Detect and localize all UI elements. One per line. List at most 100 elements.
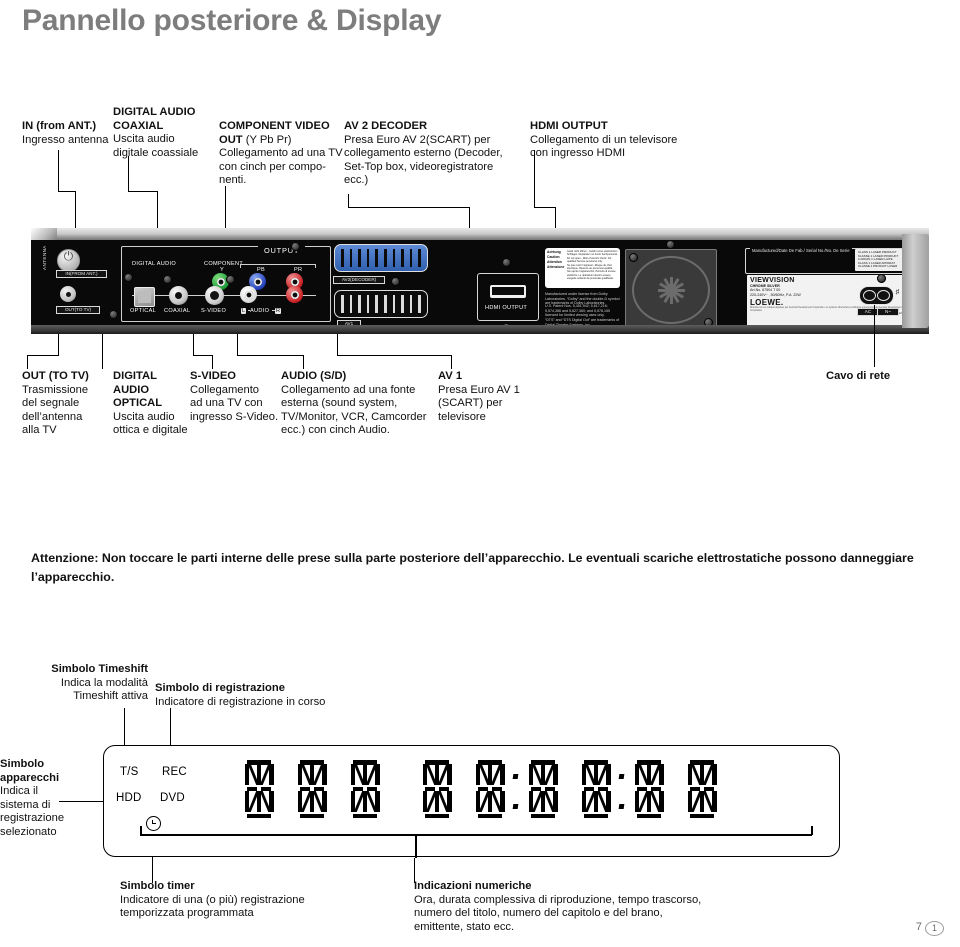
- annotation-heading-2-suffix: (Y Pb Pr): [242, 133, 292, 146]
- output-group-box: OUTPUT DIGITAL AUDIO COMPONENT Y PB PR O…: [121, 246, 331, 322]
- annotation-heading: HDMI OUTPUT: [530, 120, 608, 132]
- display-char-6: [528, 760, 558, 818]
- leader-line-audio: [237, 334, 239, 356]
- annotation-av2-decoder: AV 2 DECODER Presa Euro AV 2(SCART) per …: [344, 120, 524, 188]
- caution-text: Do not open - Risk of electric shock. Fo…: [567, 256, 612, 264]
- leader-line-optical: [102, 334, 104, 369]
- panel-body: IN(FROM ANT.) ANTENNA OUT(TO TV) OUTPUT …: [31, 240, 929, 332]
- label-optical: OPTICAL: [130, 308, 157, 314]
- annotation-heading: COMPONENT VIDEO: [219, 120, 330, 132]
- annotation-line: ottica e digitale: [113, 424, 188, 437]
- annotation-simbolo-apparecchi: Simbolo apparecchi Indica il sistema di …: [0, 758, 92, 840]
- leader-line-out-to-tv-2: [27, 355, 29, 369]
- panel-screw: [391, 277, 400, 286]
- annotation-line: selezionato: [0, 825, 57, 838]
- leader-line-in-from-ant: [58, 150, 60, 192]
- annotation-hdmi-output: HDMI OUTPUT Collegamento di un televisor…: [530, 120, 710, 161]
- annotation-line: con cinch per compo-: [219, 160, 326, 173]
- leader-line-av2-h: [348, 207, 470, 209]
- annotation-in-from-ant: IN (from ANT.) Ingresso antenna: [22, 120, 117, 147]
- annotation-heading: Simbolo di registrazione: [155, 682, 285, 694]
- leader-line-av2-2: [469, 207, 471, 228]
- panel-screw: [502, 258, 511, 267]
- warning-paragraph: Attenzione: Non toccare le parti interne…: [31, 551, 914, 584]
- annotation-heading-2: OUT: [219, 133, 243, 146]
- panel-right-edge: [902, 234, 929, 328]
- annotation-component-video-out: COMPONENT VIDEO OUT (Y Pb Pr) Collegamen…: [219, 120, 344, 188]
- hdmi-box: HDMI OUTPUT: [477, 273, 539, 321]
- annotation-cavo-di-rete: Cavo di rete: [826, 370, 936, 384]
- patent-note: U.S. Patent Nos. 5,451,942; 5,617,216; 5…: [545, 304, 610, 318]
- annotation-heading: Simbolo: [0, 758, 45, 770]
- rear-panel-photo: IN(FROM ANT.) ANTENNA OUT(TO TV) OUTPUT …: [31, 228, 929, 334]
- leader-line-av1-h: [337, 355, 452, 357]
- leader-line-in-from-ant-2: [75, 191, 77, 228]
- annotation-svideo: S-VIDEO Collegamento ad una TV con ingre…: [190, 370, 282, 424]
- display-char-1: [244, 760, 274, 818]
- annotation-line: collegamento esterno (Decoder,: [344, 147, 503, 160]
- annotation-line: con ingresso HDMI: [530, 147, 626, 160]
- clock-icon: [146, 816, 161, 831]
- rca-jack-audio-right: [286, 286, 303, 303]
- annotation-simbolo-registrazione: Simbolo di registrazione Indicatore di r…: [155, 682, 415, 709]
- annotation-heading: AV 1: [438, 370, 463, 382]
- display-colon-1: [512, 774, 519, 814]
- annotation-heading: S-VIDEO: [190, 370, 237, 382]
- scart-av1: [334, 290, 428, 318]
- label-antenna: ANTENNA: [42, 245, 47, 270]
- annotation-line: dell’antenna: [22, 410, 83, 423]
- annotation-heading: Simbolo timer: [120, 880, 195, 892]
- annotation-heading-2: AUDIO: [113, 383, 150, 396]
- annotation-line: Timeshift attiva: [73, 690, 148, 703]
- label-ac: AC: [857, 308, 879, 316]
- display-char-8: [634, 760, 664, 818]
- annotation-line: Set-Top box, videoregistratore: [344, 160, 494, 173]
- optical-port: [134, 287, 155, 307]
- annotation-line: Presa Euro AV 1: [438, 383, 520, 396]
- leader-line-component: [225, 186, 227, 228]
- display-indicator-ts: T/S: [120, 766, 139, 778]
- leader-line-svideo: [193, 334, 195, 356]
- scart-av2-decoder: [334, 244, 428, 272]
- annotation-indicazioni-numeriche: Indicazioni numeriche Ora, durata comple…: [414, 880, 764, 934]
- coaxial-jack: [169, 286, 188, 305]
- manufactured-caption: Manufactured/Date De Fab./ Serial No./No…: [750, 248, 852, 253]
- hdmi-port: [490, 285, 526, 298]
- cooling-fan: [625, 249, 717, 331]
- annotation-line: ad una TV con: [190, 397, 263, 410]
- leader-line-svideo-h: [193, 355, 213, 357]
- panel-screw: [109, 310, 118, 319]
- annotation-heading: IN (from ANT.): [22, 120, 97, 132]
- panel-bottom-edge: [31, 325, 929, 334]
- annotation-line: televisore: [438, 410, 486, 423]
- annotation-simbolo-timer: Simbolo timer Indicatore di una (o più) …: [120, 880, 410, 921]
- page-title: Pannello posteriore & Display: [22, 4, 442, 37]
- caution-lang: Attenzione: [547, 265, 565, 269]
- annotation-heading: OUT (TO TV): [22, 370, 89, 382]
- caution-text: Non aprire l’apparecchio. Pericolo di sc…: [567, 270, 616, 281]
- panel-screw: [163, 275, 172, 284]
- annotation-line: Indicatore di una (o più) registrazione: [120, 893, 305, 906]
- display-char-5: [475, 760, 505, 818]
- leader-line-av1-2: [451, 355, 453, 369]
- annotation-out-to-tv: OUT (TO TV) Trasmissione del segnale del…: [22, 370, 122, 438]
- annotation-line: temporizzata programmata: [120, 907, 254, 920]
- annotation-line: Indicatore di registrazione in corso: [155, 695, 326, 708]
- label-audio-left: L: [241, 307, 247, 314]
- leader-line-svideo-2: [212, 355, 214, 369]
- annotation-line: Collegamento di un televisore: [530, 133, 678, 146]
- panel-screw: [291, 242, 300, 251]
- display-panel: T/S REC HDD DVD: [103, 745, 840, 858]
- label-audio: AUDIO: [250, 308, 270, 314]
- rating-brand: VIEWVISION: [750, 277, 795, 284]
- antenna-jack: [60, 286, 76, 302]
- display-indicator-dvd: DVD: [160, 792, 185, 804]
- leader-line-out-to-tv: [58, 334, 60, 356]
- panel-screw: [877, 274, 886, 283]
- annotation-heading: Cavo di rete: [826, 370, 891, 382]
- leader-line-hdmi-h: [534, 207, 556, 209]
- display-indicator-rec: REC: [162, 766, 187, 778]
- svideo-port: [205, 286, 224, 305]
- annotation-line: Uscita audio: [113, 410, 175, 423]
- leader-line-coaxial-2: [157, 191, 159, 228]
